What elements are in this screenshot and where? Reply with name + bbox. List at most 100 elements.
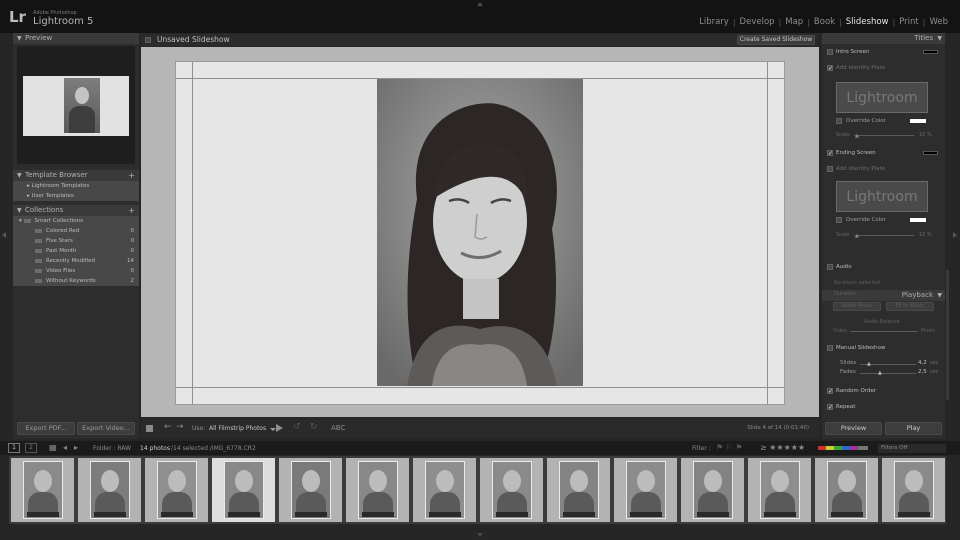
ending-identity-plate-checkbox[interactable] xyxy=(827,166,833,172)
layout-guide-right[interactable] xyxy=(767,62,768,404)
module-library[interactable]: Library xyxy=(695,17,733,27)
ending-scale-slider[interactable] xyxy=(854,235,914,236)
template-browser-header[interactable]: ▼ Template Browser + xyxy=(13,170,139,181)
slide-photo[interactable] xyxy=(377,79,583,386)
filmstrip-thumbnail[interactable] xyxy=(11,458,74,522)
secondary-window-button[interactable]: 2 xyxy=(25,443,37,453)
add-identity-plate-row[interactable]: ✓ Add Identity Plate xyxy=(822,60,945,76)
slider-thumb-icon[interactable]: ▲ xyxy=(878,370,882,376)
add-template-icon[interactable]: + xyxy=(128,170,135,181)
filmstrip-thumbnail[interactable] xyxy=(413,458,476,522)
filmstrip-thumbnail[interactable] xyxy=(78,458,141,522)
collection-item[interactable]: Without Keywords 2 xyxy=(13,276,139,286)
filmstrip-thumbnail[interactable] xyxy=(748,458,811,522)
ending-color-swatch[interactable] xyxy=(923,151,938,155)
filters-off-select[interactable]: Filters Off xyxy=(878,444,946,453)
identity-plate-checkbox[interactable]: ✓ xyxy=(827,65,833,72)
collection-item[interactable]: Recently Modified 14 xyxy=(13,256,139,266)
filmstrip-thumbnail[interactable] xyxy=(346,458,409,522)
filmstrip-thumbnail[interactable] xyxy=(614,458,677,522)
collection-item[interactable]: Five Stars 0 xyxy=(13,236,139,246)
ending-screen-row[interactable]: ✓ Ending Screen xyxy=(822,145,945,161)
module-develop[interactable]: Develop xyxy=(736,17,779,27)
audio-row[interactable]: Audio xyxy=(822,259,945,275)
next-slide-icon[interactable]: → xyxy=(176,422,184,432)
intro-screen-row[interactable]: Intro Screen xyxy=(822,44,945,60)
random-order-checkbox[interactable]: ✓ xyxy=(827,388,833,395)
collapse-left-icon[interactable] xyxy=(2,232,6,238)
preview-button[interactable]: Preview xyxy=(825,422,882,435)
repeat-row[interactable]: ✓ Repeat xyxy=(822,399,945,415)
color-label-filter[interactable] xyxy=(818,446,868,450)
audio-balance-slider[interactable] xyxy=(850,331,918,332)
ending-override-color-checkbox[interactable] xyxy=(836,217,842,223)
ending-identity-plate-preview[interactable]: Lightroom xyxy=(836,181,928,212)
play-button[interactable]: Play xyxy=(885,422,942,435)
collection-item[interactable]: Past Month 0 xyxy=(13,246,139,256)
slides-value[interactable]: 4,2 xyxy=(918,360,927,366)
slider-thumb-icon[interactable]: ▲ xyxy=(855,133,859,139)
scale-slider[interactable] xyxy=(854,135,914,136)
export-pdf-button[interactable]: Export PDF... xyxy=(17,422,75,435)
selection-info[interactable]: /14 selected /IMG_6778.CR2 xyxy=(171,445,256,452)
export-video-button[interactable]: Export Video... xyxy=(77,422,135,435)
repeat-checkbox[interactable]: ✓ xyxy=(827,404,833,411)
override-color-checkbox[interactable] xyxy=(836,118,842,124)
audio-checkbox[interactable] xyxy=(827,264,833,270)
filmstrip-thumbnail[interactable] xyxy=(279,458,342,522)
slider-thumb-icon[interactable]: ▲ xyxy=(855,233,859,239)
override-color-swatch[interactable] xyxy=(910,119,926,123)
previous-slide-icon[interactable]: ← xyxy=(164,422,172,432)
source-folder[interactable]: Folder : RAW xyxy=(93,445,131,452)
filmstrip-thumbnail[interactable] xyxy=(212,458,275,522)
collection-item[interactable]: Colored Red 0 xyxy=(13,226,139,236)
module-map[interactable]: Map xyxy=(781,17,807,27)
manual-slideshow-checkbox[interactable] xyxy=(827,345,833,351)
play-icon[interactable] xyxy=(276,424,283,432)
module-print[interactable]: Print xyxy=(895,17,923,27)
titles-header[interactable]: Titles ▼ xyxy=(822,33,945,44)
filmstrip-thumbnail[interactable] xyxy=(681,458,744,522)
fit-to-music-button[interactable]: Fit to Music xyxy=(886,302,934,311)
rotate-right-icon[interactable]: ↻ xyxy=(310,422,318,432)
use-select[interactable]: All Filmstrip Photos xyxy=(207,423,271,434)
collapse-top-icon[interactable] xyxy=(477,2,483,6)
add-collection-icon[interactable]: + xyxy=(128,205,135,216)
ending-override-color-swatch[interactable] xyxy=(910,218,926,222)
rotate-left-icon[interactable]: ↺ xyxy=(293,422,301,432)
layout-guide-bottom[interactable] xyxy=(176,387,784,388)
module-slideshow[interactable]: Slideshow xyxy=(842,17,893,27)
right-panel-scrollbar[interactable] xyxy=(946,270,949,400)
select-music-button[interactable]: Select Music xyxy=(833,302,881,311)
filmstrip-thumbnail[interactable] xyxy=(547,458,610,522)
filmstrip-thumbnail[interactable] xyxy=(882,458,945,522)
collapse-right-icon[interactable] xyxy=(953,232,957,238)
grid-icon[interactable]: ▦ xyxy=(49,443,57,452)
forward-arrow-icon[interactable]: ▸ xyxy=(74,443,78,452)
manual-slideshow-row[interactable]: Manual Slideshow xyxy=(822,340,945,356)
add-text-button[interactable]: ABC xyxy=(331,424,345,432)
intro-color-swatch[interactable] xyxy=(923,50,938,54)
intro-screen-checkbox[interactable] xyxy=(827,49,833,55)
main-window-button[interactable]: 1 xyxy=(8,443,20,453)
filmstrip-thumbnail[interactable] xyxy=(815,458,878,522)
filmstrip-thumbnail[interactable] xyxy=(145,458,208,522)
preview-header[interactable]: ▼ Preview xyxy=(13,33,139,44)
module-web[interactable]: Web xyxy=(925,17,952,27)
filmstrip-thumbnail[interactable] xyxy=(480,458,543,522)
collapse-bottom-icon[interactable] xyxy=(477,533,483,537)
module-book[interactable]: Book xyxy=(810,17,839,27)
collection-item[interactable]: Video Files 0 xyxy=(13,266,139,276)
random-order-row[interactable]: ✓ Random Order xyxy=(822,383,945,399)
star-rating-filter-icon[interactable]: ≥ ★★★★★ xyxy=(760,443,805,452)
fades-duration-slider[interactable] xyxy=(860,373,916,374)
fades-value[interactable]: 2,5 xyxy=(918,369,927,375)
slider-thumb-icon[interactable]: ▲ xyxy=(867,361,871,367)
identity-plate-preview[interactable]: Lightroom xyxy=(836,82,928,113)
ending-screen-checkbox[interactable]: ✓ xyxy=(827,150,833,157)
smart-collections-group[interactable]: ▾ Smart Collections xyxy=(13,216,139,226)
template-folder-user[interactable]: ▸ User Templates xyxy=(13,191,139,201)
stop-icon[interactable] xyxy=(146,425,153,432)
template-folder-lightroom[interactable]: ▸ Lightroom Templates xyxy=(13,181,139,191)
create-saved-slideshow-button[interactable]: Create Saved Slideshow xyxy=(737,35,815,45)
